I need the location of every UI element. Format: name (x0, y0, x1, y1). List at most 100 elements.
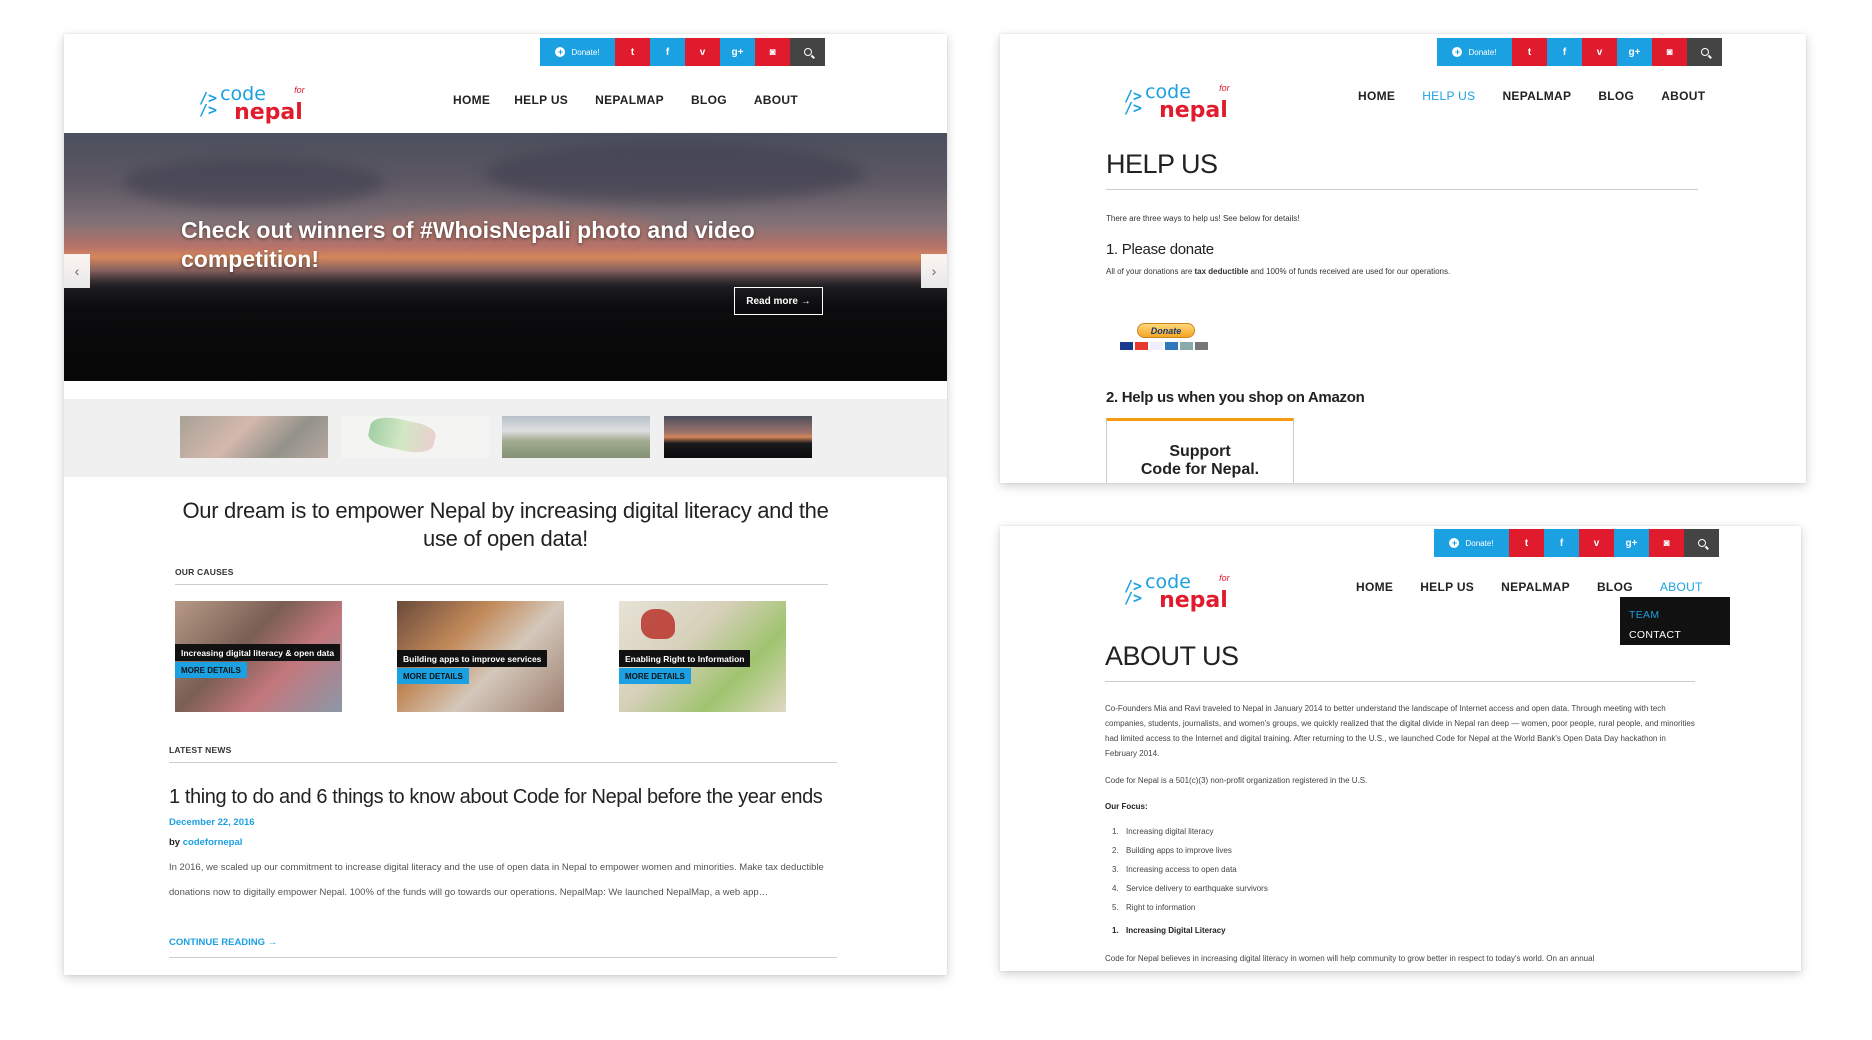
donate-button[interactable]: + Donate! (540, 38, 615, 66)
facebook-icon[interactable]: f (1547, 38, 1582, 66)
mission-heading: Our dream is to empower Nepal by increas… (182, 498, 829, 551)
vimeo-icon[interactable]: v (1579, 529, 1614, 557)
nav-about[interactable]: ABOUT (754, 93, 798, 107)
vimeo-icon[interactable]: v (685, 38, 720, 66)
map-region (641, 609, 675, 639)
cause-tag: Increasing digital literacy & open data (175, 644, 341, 661)
card-icon (1120, 342, 1133, 350)
search-icon[interactable] (1687, 38, 1722, 66)
plus-icon: + (1449, 538, 1460, 548)
nav-home[interactable]: HOME (1356, 580, 1393, 594)
nav-blog[interactable]: BLOG (1598, 89, 1634, 103)
google-plus-icon[interactable]: g+ (1614, 529, 1649, 557)
about-paragraph-1: Co-Founders Mia and Ravi traveled to Nep… (1105, 704, 1695, 758)
nav-home[interactable]: HOME (1358, 89, 1395, 103)
nav-nepalmap[interactable]: NEPALMAP (1502, 89, 1571, 103)
donate-button[interactable]: + Donate! (1437, 38, 1512, 66)
logo-arrows-icon: />/> (1124, 577, 1143, 608)
nav-help-us[interactable]: HELP US (514, 93, 568, 107)
dropdown-item-contact[interactable]: CONTACT (1629, 625, 1721, 645)
main-nav: HOME HELP US NEPALMAP BLOG ABOUT (1356, 580, 1703, 594)
focus-label: Our Focus: (1105, 802, 1148, 811)
cause-tag: Building apps to improve services (397, 650, 548, 667)
thumbnail-2[interactable] (341, 413, 489, 458)
divider (175, 584, 828, 585)
cause-card-2[interactable]: Building apps to improve services MORE D… (397, 601, 564, 712)
search-icon[interactable] (1684, 529, 1719, 557)
google-plus-icon[interactable]: g+ (720, 38, 755, 66)
help-intro: There are three ways to help us! See bel… (1106, 214, 1300, 223)
dropdown-item-team[interactable]: TEAM (1629, 605, 1721, 625)
social-bar: + Donate! t f v g+ ◙ (540, 38, 825, 66)
paypal-donate[interactable]: Donate (1120, 323, 1208, 350)
nav-blog[interactable]: BLOG (1597, 580, 1633, 594)
more-details-button[interactable]: MORE DETAILS (619, 668, 691, 684)
paypal-donate-button[interactable]: Donate (1137, 323, 1195, 338)
google-plus-icon[interactable]: g+ (1617, 38, 1652, 66)
list-item: 1. Increasing digital literacy (1112, 827, 1214, 836)
continue-reading-link[interactable]: CONTINUE READING → (169, 937, 277, 948)
search-icon[interactable] (790, 38, 825, 66)
twitter-icon[interactable]: t (1509, 529, 1544, 557)
main-nav: HOME HELP US NEPALMAP BLOG ABOUT (453, 93, 798, 107)
card-logos (1120, 342, 1208, 350)
thumbnail-4[interactable] (664, 416, 812, 458)
instagram-icon[interactable]: ◙ (755, 38, 790, 66)
vimeo-icon[interactable]: v (1582, 38, 1617, 66)
read-more-button[interactable]: Read more → (734, 287, 823, 315)
cause-card-3[interactable]: Enabling Right to Information MORE DETAI… (619, 601, 786, 712)
cause-tag: Enabling Right to Information (619, 650, 751, 667)
latest-news-label: LATEST NEWS (169, 745, 232, 755)
news-date[interactable]: December 22, 2016 (169, 817, 255, 828)
instagram-icon[interactable]: ◙ (1649, 529, 1684, 557)
amazon-smile-banner[interactable]: Support Code for Nepal. (1106, 418, 1294, 483)
nav-home[interactable]: HOME (453, 93, 490, 107)
twitter-icon[interactable]: t (1512, 38, 1547, 66)
page-title: ABOUT US (1105, 641, 1239, 671)
social-bar: + Donate! t f v g+ ◙ (1434, 529, 1719, 557)
facebook-icon[interactable]: f (1544, 529, 1579, 557)
news-title[interactable]: 1 thing to do and 6 things to know about… (169, 786, 823, 809)
nav-nepalmap[interactable]: NEPALMAP (595, 93, 664, 107)
plus-icon: + (555, 47, 566, 57)
nav-help-us[interactable]: HELP US (1420, 580, 1474, 594)
logo-arrows-icon: />/> (1124, 87, 1143, 118)
logo[interactable]: />/> code for nepal (199, 84, 305, 123)
nav-help-us[interactable]: HELP US (1422, 89, 1475, 103)
about-paragraph-3: Code for Nepal believes in increasing di… (1105, 954, 1595, 963)
more-details-button[interactable]: MORE DETAILS (397, 668, 469, 684)
facebook-icon[interactable]: f (650, 38, 685, 66)
hero-slider: Check out winners of #WhoisNepali photo … (64, 133, 947, 381)
page-title: HELP US (1106, 149, 1218, 179)
news-excerpt: In 2016, we scaled up our commitment to … (169, 862, 824, 898)
main-nav: HOME HELP US NEPALMAP BLOG ABOUT (1358, 89, 1705, 103)
instagram-icon[interactable]: ◙ (1652, 38, 1687, 66)
logo[interactable]: />/> code for nepal (1124, 572, 1230, 611)
logo[interactable]: />/> code for nepal (1124, 82, 1230, 121)
nav-about[interactable]: ABOUT (1661, 89, 1705, 103)
thumbnail-3[interactable] (502, 416, 650, 458)
list-item: 4. Service delivery to earthquake survivo… (1112, 884, 1268, 893)
nav-about[interactable]: ABOUT (1660, 580, 1703, 594)
card-icon (1180, 342, 1193, 350)
nav-blog[interactable]: BLOG (691, 93, 727, 107)
help-us-page-screenshot: + Donate! t f v g+ ◙ />/> code for nepal … (1000, 34, 1806, 483)
about-page-screenshot: + Donate! t f v g+ ◙ />/> code for nepal … (1000, 526, 1801, 971)
donate-button[interactable]: + Donate! (1434, 529, 1509, 557)
nav-nepalmap[interactable]: NEPALMAP (1501, 580, 1570, 594)
slider-thumbnails (64, 399, 947, 477)
slider-next-icon[interactable]: › (921, 254, 947, 288)
slider-prev-icon[interactable]: ‹ (64, 254, 90, 288)
list-item: 5. Right to information (1112, 903, 1196, 912)
list-item: 3. Increasing access to open data (1112, 865, 1237, 874)
twitter-icon[interactable]: t (615, 38, 650, 66)
hero-caption: Check out winners of #WhoisNepali photo … (181, 217, 755, 272)
cause-card-1[interactable]: Increasing digital literacy & open data … (175, 601, 342, 712)
about-dropdown-menu: TEAM CONTACT (1620, 597, 1730, 645)
divider (1105, 681, 1695, 682)
about-paragraph-2: Code for Nepal is a 501(c)(3) non-profit… (1105, 776, 1368, 785)
our-causes-label: OUR CAUSES (175, 567, 234, 577)
thumbnail-1[interactable] (180, 416, 328, 458)
divider (169, 957, 837, 958)
more-details-button[interactable]: MORE DETAILS (175, 662, 247, 678)
